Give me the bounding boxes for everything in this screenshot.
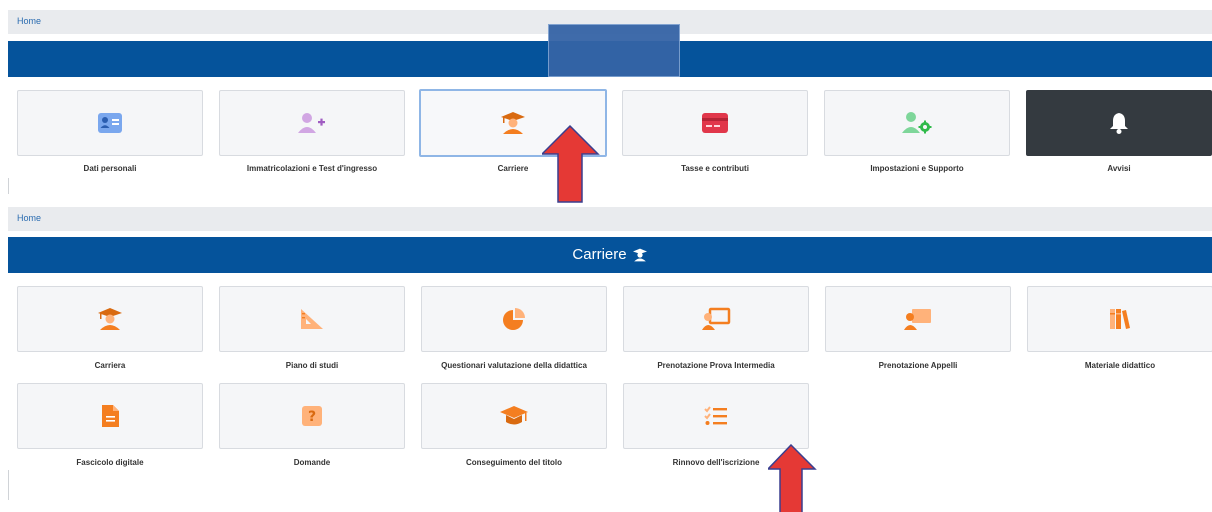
teacher-board-icon (702, 307, 731, 330)
graduate-icon (632, 248, 647, 261)
tile-label: Piano di studi (285, 361, 339, 370)
overlay-box (548, 24, 680, 77)
divider (8, 470, 9, 500)
credit-card-icon (702, 113, 728, 133)
tile-conseguimento-titolo[interactable] (421, 383, 607, 449)
id-card-icon (98, 113, 122, 133)
tile-fascicolo-digitale[interactable] (17, 383, 203, 449)
tile-label: Questionari valutazione della didattica (441, 361, 587, 370)
page-title: Carriere (572, 246, 627, 263)
red-arrow-annotation-top (542, 124, 600, 203)
books-icon (1110, 309, 1130, 329)
set-square-icon (301, 309, 323, 329)
breadcrumb-home-link-bottom[interactable]: Home (17, 213, 41, 223)
breadcrumb-bottom: Home (8, 207, 1212, 231)
tile-rinnovo-iscrizione[interactable] (623, 383, 809, 449)
graduate-icon (501, 112, 525, 134)
tile-label: Carriera (94, 361, 126, 370)
divider (8, 178, 9, 194)
tile-label: Dati personali (83, 164, 137, 173)
red-arrow-annotation-bottom (768, 444, 817, 512)
tile-materiale-didattico[interactable] (1027, 286, 1212, 352)
tile-label: Materiale didattico (1084, 361, 1156, 370)
tile-questionari[interactable] (421, 286, 607, 352)
tile-prenotazione-appelli[interactable] (825, 286, 1011, 352)
tile-label: Immatricolazioni e Test d'ingresso (246, 164, 378, 173)
tile-label: Prenotazione Prova Intermedia (657, 361, 775, 370)
tile-immatricolazioni[interactable] (219, 90, 405, 156)
header-bar-carriere: Carriere (8, 237, 1212, 273)
svg-text:?: ? (308, 409, 316, 425)
tile-piano-di-studi[interactable] (219, 286, 405, 352)
tile-avvisi[interactable] (1026, 90, 1212, 156)
breadcrumb-home-link-top[interactable]: Home (17, 16, 41, 26)
tile-label: Prenotazione Appelli (878, 361, 958, 370)
teacher-board-filled-icon (904, 309, 931, 330)
tile-impostazioni[interactable] (824, 90, 1010, 156)
pie-chart-icon (503, 308, 525, 330)
tile-domande[interactable]: ? (219, 383, 405, 449)
graduation-cap-icon (500, 406, 528, 425)
checklist-icon (704, 406, 727, 425)
tile-tasse[interactable] (622, 90, 808, 156)
question-icon: ? (302, 406, 322, 426)
tile-label: Tasse e contributi (681, 164, 749, 173)
add-user-icon (298, 113, 325, 133)
tile-label: Impostazioni e Supporto (870, 164, 964, 173)
tile-dati-personali[interactable] (17, 90, 203, 156)
tile-prova-intermedia[interactable] (623, 286, 809, 352)
bell-icon (1110, 113, 1128, 134)
tile-carriera[interactable] (17, 286, 203, 352)
file-icon (102, 405, 119, 427)
tile-label: Fascicolo digitale (76, 458, 144, 467)
tile-label: Avvisi (1107, 164, 1131, 173)
tile-label: Domande (293, 458, 331, 467)
user-gear-icon (902, 112, 932, 134)
tile-label: Conseguimento del titolo (466, 458, 562, 467)
graduate-icon (98, 308, 122, 330)
